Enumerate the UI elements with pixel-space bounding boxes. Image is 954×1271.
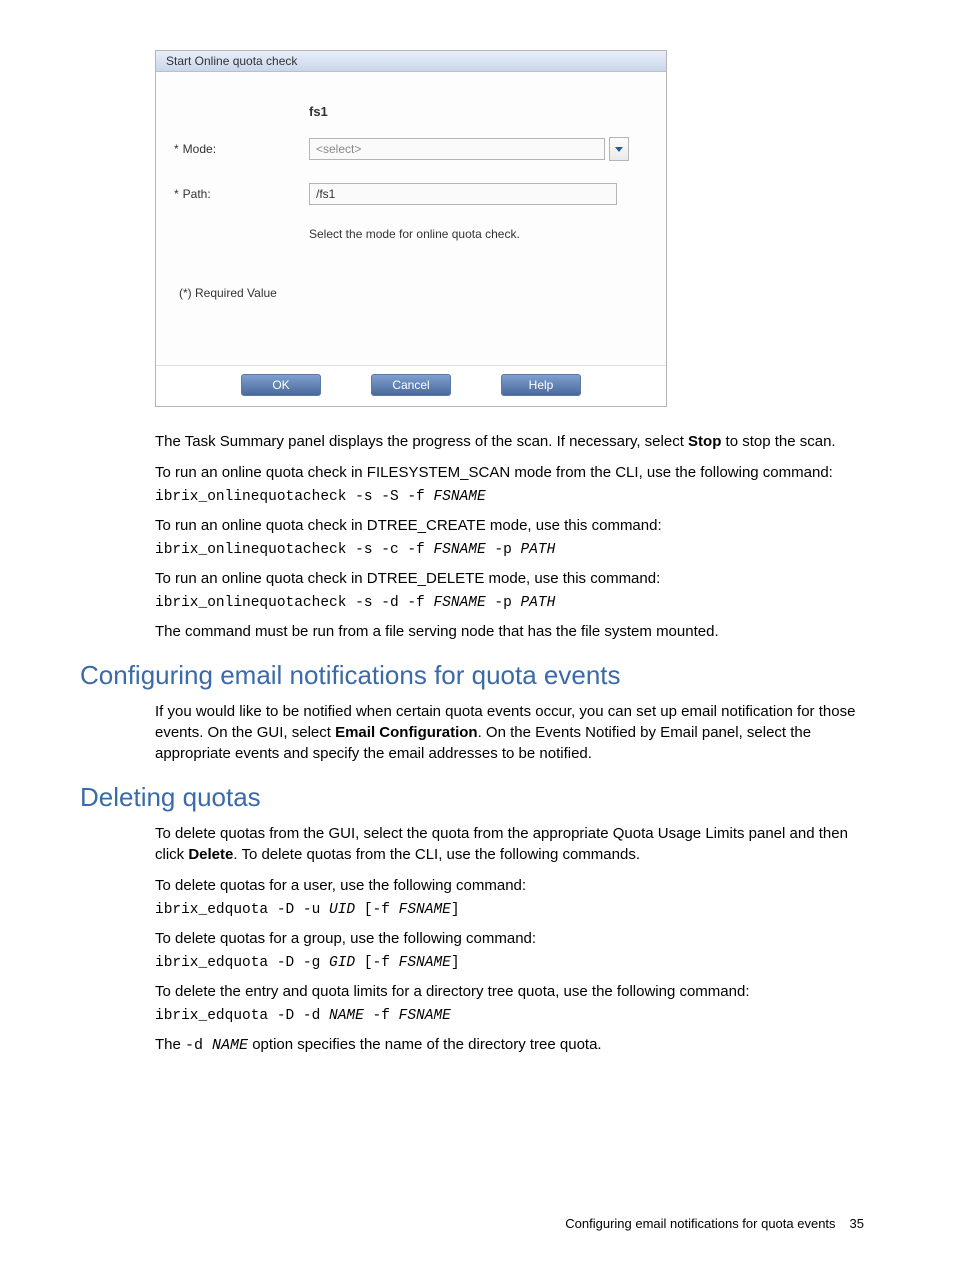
- filesystem-heading: fs1: [309, 104, 648, 119]
- cancel-button[interactable]: Cancel: [371, 374, 451, 396]
- command: ibrix_edquota -D -g GID [-f FSNAME]: [155, 955, 874, 971]
- paragraph: The -d NAME option specifies the name of…: [155, 1034, 874, 1056]
- chevron-down-icon: [615, 147, 623, 152]
- required-note: (*) Required Value: [179, 286, 648, 300]
- command: ibrix_edquota -D -u UID [-f FSNAME]: [155, 902, 874, 918]
- ok-button[interactable]: OK: [241, 374, 321, 396]
- paragraph: If you would like to be notified when ce…: [155, 701, 874, 764]
- command: ibrix_edquota -D -d NAME -f FSNAME: [155, 1008, 874, 1024]
- page-footer: Configuring email notifications for quot…: [80, 1216, 874, 1231]
- path-input[interactable]: /fs1: [309, 183, 617, 205]
- mode-select-dropdown-button[interactable]: [609, 137, 629, 161]
- paragraph: To run an online quota check in FILESYST…: [155, 462, 874, 483]
- paragraph: To delete quotas for a group, use the fo…: [155, 928, 874, 949]
- help-button[interactable]: Help: [501, 374, 581, 396]
- paragraph: To delete the entry and quota limits for…: [155, 981, 874, 1002]
- command: ibrix_onlinequotacheck -s -d -f FSNAME -…: [155, 595, 874, 611]
- command: ibrix_onlinequotacheck -s -S -f FSNAME: [155, 489, 874, 505]
- paragraph: The command must be run from a file serv…: [155, 621, 874, 642]
- section-heading-email: Configuring email notifications for quot…: [80, 660, 874, 691]
- section-heading-deleting: Deleting quotas: [80, 782, 874, 813]
- paragraph: To delete quotas from the GUI, select th…: [155, 823, 874, 865]
- dialog-title: Start Online quota check: [156, 51, 666, 72]
- mode-label: *Mode:: [174, 142, 309, 156]
- paragraph: To run an online quota check in DTREE_DE…: [155, 568, 874, 589]
- paragraph: To delete quotas for a user, use the fol…: [155, 875, 874, 896]
- mode-select[interactable]: <select>: [309, 138, 605, 160]
- helper-text: Select the mode for online quota check.: [309, 227, 648, 241]
- path-label: *Path:: [174, 187, 309, 201]
- quota-check-dialog: Start Online quota check fs1 *Mode: <sel…: [155, 50, 667, 407]
- paragraph: The Task Summary panel displays the prog…: [155, 431, 874, 452]
- command: ibrix_onlinequotacheck -s -c -f FSNAME -…: [155, 542, 874, 558]
- paragraph: To run an online quota check in DTREE_CR…: [155, 515, 874, 536]
